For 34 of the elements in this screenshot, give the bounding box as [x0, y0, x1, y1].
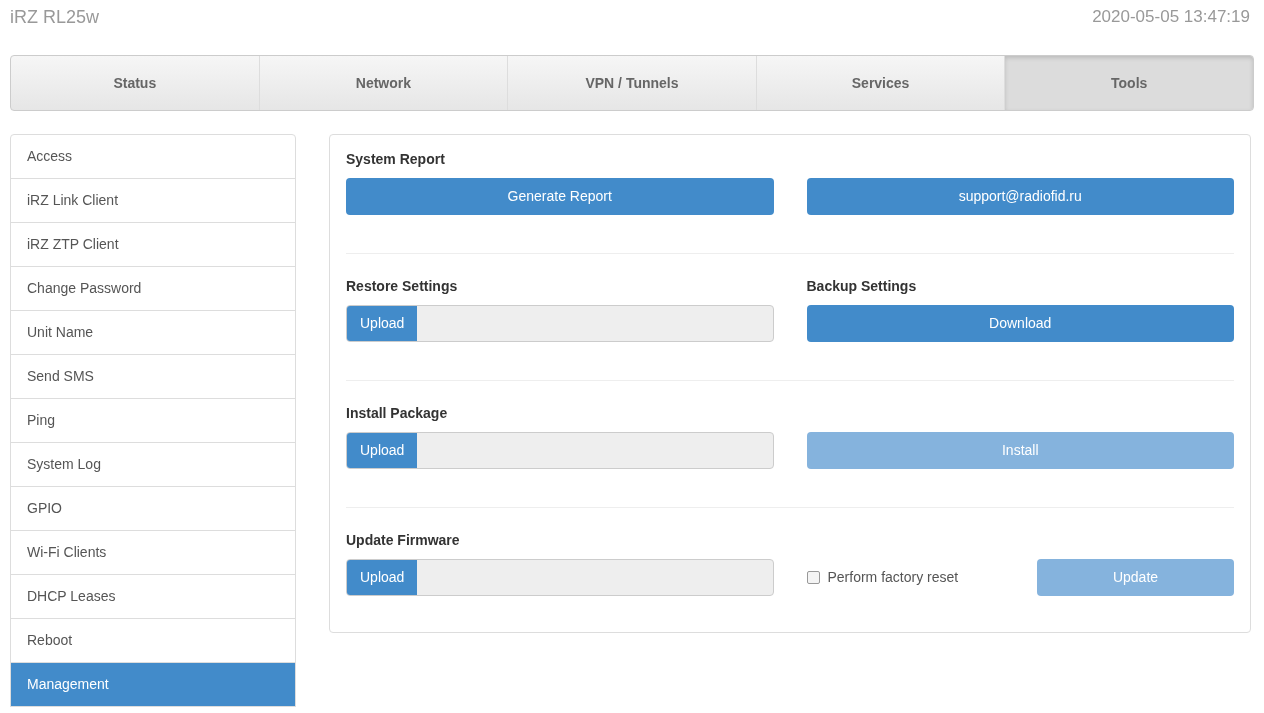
nav-tab[interactable]: Status	[11, 56, 259, 110]
sidebar-item[interactable]: Change Password	[10, 266, 296, 311]
upload-button[interactable]: Upload	[347, 433, 418, 468]
file-field[interactable]: Upload	[346, 432, 774, 469]
checkbox-label: Perform factory reset	[827, 568, 959, 587]
sidebar-item[interactable]: Unit Name	[10, 310, 296, 355]
sidebar-item[interactable]: Reboot	[10, 618, 296, 663]
file-field[interactable]: Upload	[346, 559, 774, 596]
nav-tab[interactable]: VPN / Tunnels	[507, 56, 756, 110]
device-name: iRZ RL25w	[10, 5, 100, 29]
sidebar-item[interactable]: Send SMS	[10, 354, 296, 399]
sidebar-item[interactable]: iRZ Link Client	[10, 178, 296, 223]
file-field[interactable]: Upload	[346, 305, 774, 342]
action-button[interactable]: support@radiofid.ru	[806, 178, 1234, 215]
section-title: Restore Settings	[346, 279, 459, 296]
action-button[interactable]: Download	[806, 305, 1234, 342]
section-title: Install Package	[346, 406, 449, 423]
sidebar-item[interactable]: Access	[10, 134, 296, 179]
sidebar-item[interactable]: iRZ ZTP Client	[10, 222, 296, 267]
section-title: System Report	[346, 152, 446, 169]
date-time: 2020-05-05 13:47:19	[1092, 6, 1251, 29]
action-button[interactable]: Generate Report	[346, 178, 774, 215]
sidebar-item[interactable]: GPIO	[10, 486, 296, 531]
sidebar-item[interactable]: DHCP Leases	[10, 574, 296, 619]
section-title: Backup Settings	[806, 279, 918, 296]
upload-button[interactable]: Upload	[347, 306, 418, 341]
sidebar-item[interactable]: Management	[10, 662, 296, 707]
section-title: Update Firmware	[346, 533, 461, 550]
sidebar-item[interactable]: Wi-Fi Clients	[10, 530, 296, 575]
sidebar-item[interactable]: Ping	[10, 398, 296, 443]
upload-button[interactable]: Upload	[347, 560, 418, 595]
nav-tab[interactable]: Tools	[1004, 56, 1253, 110]
sidebar-item[interactable]: System Log	[10, 442, 296, 487]
nav-tab[interactable]: Network	[258, 56, 508, 110]
